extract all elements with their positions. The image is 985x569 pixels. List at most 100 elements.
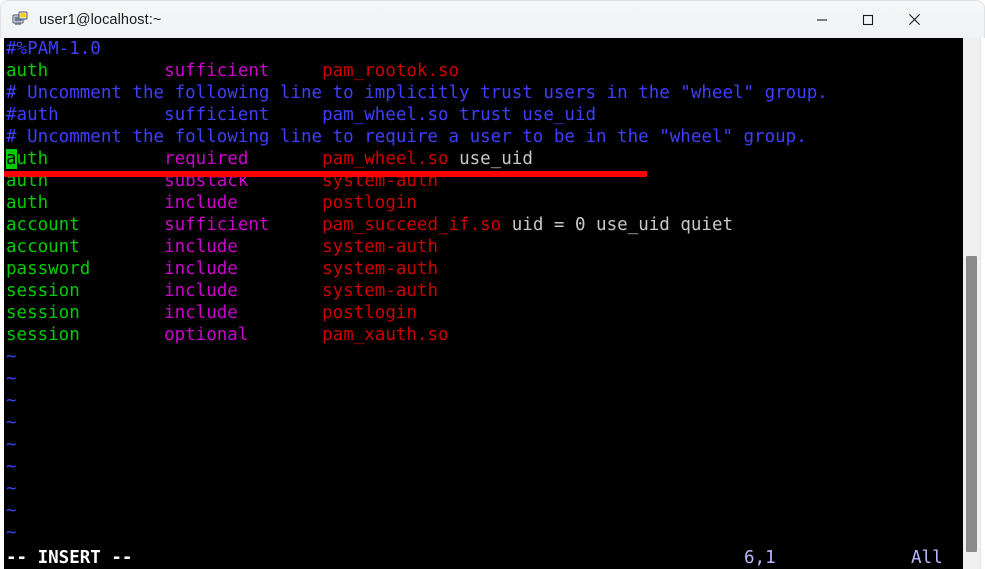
line-segment: pam_succeed_if.so <box>322 215 502 235</box>
line-segment: # Uncomment the following line to implic… <box>6 83 828 103</box>
empty-line-marker: ~ <box>6 368 17 390</box>
editor-line[interactable]: session include postlogin <box>6 302 417 324</box>
empty-line-marker: ~ <box>6 434 17 456</box>
empty-line-marker: ~ <box>6 500 17 522</box>
editor-line[interactable]: # Uncomment the following line to requir… <box>6 126 807 148</box>
line-segment: sufficient <box>164 61 270 81</box>
tilde-icon: ~ <box>6 413 17 433</box>
line-segment: password <box>6 259 91 279</box>
editor-line[interactable]: # Uncomment the following line to implic… <box>6 82 828 104</box>
line-segment: system-auth <box>322 281 439 301</box>
line-segment: pam_rootok.so <box>322 61 460 81</box>
line-segment <box>238 281 322 301</box>
line-segment <box>80 215 164 235</box>
tilde-icon: ~ <box>6 347 17 367</box>
line-segment <box>248 325 322 345</box>
tilde-icon: ~ <box>6 479 17 499</box>
editor-line[interactable]: session optional pam_xauth.so <box>6 324 449 346</box>
tilde-icon: ~ <box>6 523 17 543</box>
editor-line[interactable]: account include system-auth <box>6 236 438 258</box>
scroll-position-indicator: All <box>911 548 943 568</box>
editor-line[interactable]: auth required pam_wheel.so use_uid <box>6 148 533 170</box>
red-underline-annotation <box>4 171 647 177</box>
line-segment <box>269 215 322 235</box>
line-segment: system-auth <box>322 259 439 279</box>
editor-line[interactable]: #auth sufficient pam_wheel.so trust use_… <box>6 104 596 126</box>
cursor-position-indicator: 6,1 <box>744 548 776 568</box>
line-segment: #auth <box>6 105 59 125</box>
line-segment <box>48 193 164 213</box>
line-segment: uid = 0 use_uid quiet <box>501 215 734 235</box>
line-segment <box>80 281 164 301</box>
line-segment: required <box>164 149 249 169</box>
line-segment: uth <box>16 149 49 169</box>
empty-line-marker: ~ <box>6 478 17 500</box>
line-segment <box>48 61 164 81</box>
line-segment <box>90 259 164 279</box>
vim-editor-screen[interactable]: #%PAM-1.0 auth sufficient pam_rootok.so # … <box>4 38 963 569</box>
line-segment <box>48 149 164 169</box>
vim-mode-indicator: -- INSERT -- <box>6 548 133 568</box>
line-segment: include <box>164 259 238 279</box>
line-segment <box>80 237 164 257</box>
line-segment: session <box>6 303 80 323</box>
line-segment: postlogin <box>322 193 417 213</box>
empty-line-marker: ~ <box>6 390 17 412</box>
editor-line[interactable]: account sufficient pam_succeed_if.so uid… <box>6 214 733 236</box>
text-cursor: a <box>6 149 17 169</box>
line-segment <box>238 237 322 257</box>
line-segment: # Uncomment the following line to requir… <box>6 127 807 147</box>
window-right-edge <box>981 38 985 569</box>
line-segment: optional <box>164 325 249 345</box>
vertical-scrollbar[interactable] <box>963 38 981 569</box>
line-segment: include <box>164 303 238 323</box>
editor-line[interactable]: #%PAM-1.0 <box>6 38 101 60</box>
editor-line[interactable]: auth include postlogin <box>6 192 417 214</box>
line-segment <box>238 259 322 279</box>
line-segment: postlogin <box>322 303 417 323</box>
line-segment: use_uid <box>448 149 533 169</box>
minimize-icon <box>816 14 828 26</box>
window-title: user1@localhost:~ <box>39 11 162 28</box>
editor-line[interactable]: password include system-auth <box>6 258 438 280</box>
title-bar[interactable]: user1@localhost:~ <box>0 0 985 38</box>
maximize-icon <box>862 14 874 26</box>
minimize-button[interactable] <box>799 1 845 38</box>
maximize-button[interactable] <box>845 1 891 38</box>
empty-line-marker: ~ <box>6 456 17 478</box>
line-segment: session <box>6 325 80 345</box>
empty-line-marker: ~ <box>6 346 17 368</box>
terminal-content[interactable]: #%PAM-1.0 auth sufficient pam_rootok.so # … <box>4 38 963 569</box>
line-segment: include <box>164 281 238 301</box>
line-segment: system-auth <box>322 237 439 257</box>
line-segment: auth <box>6 61 49 81</box>
vim-status-line: -- INSERT -- 6,1 All <box>4 547 963 569</box>
line-segment: session <box>6 281 80 301</box>
line-segment: account <box>6 237 80 257</box>
editor-line[interactable]: session include system-auth <box>6 280 438 302</box>
line-segment: #%PAM-1.0 <box>6 39 101 59</box>
line-segment: auth <box>6 193 49 213</box>
line-segment: include <box>164 237 238 257</box>
terminal-computer-icon <box>12 11 30 29</box>
editor-line[interactable]: auth sufficient pam_rootok.so <box>6 60 459 82</box>
empty-line-marker: ~ <box>6 522 17 544</box>
line-segment <box>238 193 322 213</box>
line-segment <box>80 325 164 345</box>
close-icon <box>908 13 921 26</box>
tilde-icon: ~ <box>6 369 17 389</box>
terminal-window: user1@localhost:~ #%PAM-1.0 auth suffici… <box>0 0 985 569</box>
empty-line-marker: ~ <box>6 412 17 434</box>
tilde-icon: ~ <box>6 435 17 455</box>
line-segment <box>269 61 322 81</box>
tilde-icon: ~ <box>6 501 17 521</box>
line-segment: account <box>6 215 80 235</box>
tilde-icon: ~ <box>6 391 17 411</box>
scrollbar-thumb[interactable] <box>966 256 977 552</box>
close-button[interactable] <box>891 1 937 38</box>
tilde-icon: ~ <box>6 457 17 477</box>
line-segment: pam_wheel.so <box>322 149 449 169</box>
line-segment <box>248 149 322 169</box>
line-segment <box>80 303 164 323</box>
line-segment: pam_xauth.so <box>322 325 449 345</box>
